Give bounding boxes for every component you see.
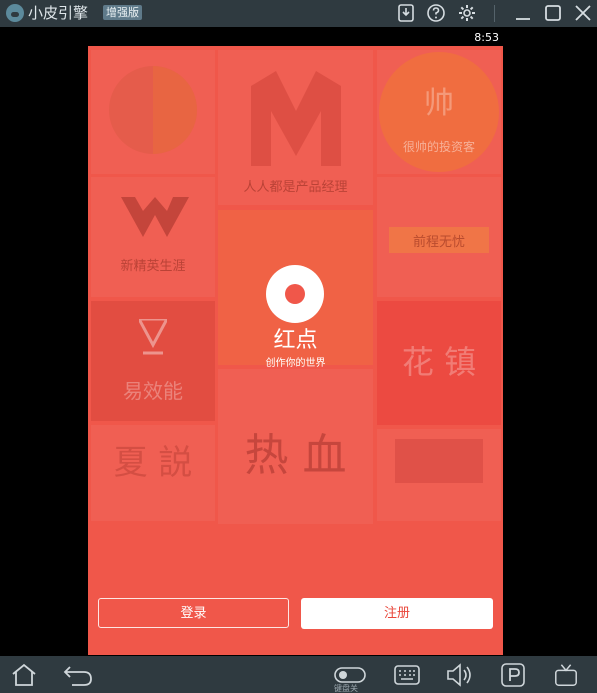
back-icon[interactable] xyxy=(62,662,94,688)
emulator-bottom-toolbar: 键盘关 xyxy=(0,656,597,693)
tile-caption: 新精英生涯 xyxy=(120,259,186,274)
tv-icon[interactable] xyxy=(552,662,580,688)
investor-logo-icon: 帅 xyxy=(424,86,454,121)
parking-icon[interactable] xyxy=(500,662,526,688)
hongdian-app-icon xyxy=(266,265,324,323)
download-icon[interactable] xyxy=(396,3,416,23)
tile-caption: 前程无忧 xyxy=(412,235,465,250)
volume-icon[interactable] xyxy=(445,662,475,688)
status-bar-time: 8:53 xyxy=(474,31,499,44)
status-bar: 8:53 xyxy=(88,29,503,46)
register-button[interactable]: 注册 xyxy=(301,598,493,629)
tile-caption: 很帅的投资客 xyxy=(402,140,475,154)
maximize-icon[interactable] xyxy=(543,3,563,23)
login-button[interactable]: 登录 xyxy=(98,598,289,628)
woshipm-logo-icon xyxy=(251,71,341,166)
emulator-app-name: 小皮引擎 xyxy=(28,4,89,22)
edition-badge: 增强版 xyxy=(103,5,142,20)
tile-caption: 易效能 xyxy=(123,379,183,403)
app-slogan: 创作你的世界 xyxy=(265,358,326,369)
android-screen: 8:53 人人都是产品经理 帅 很帅的投资客 新精英生涯 前程无忧 易效能 花 … xyxy=(88,29,503,655)
settings-icon[interactable] xyxy=(457,3,477,23)
background-tile-xinjingying: 新精英生涯 xyxy=(91,177,215,297)
minimize-icon[interactable] xyxy=(513,3,533,23)
background-tile-calligraphy: 夏 説 xyxy=(91,425,215,521)
app-title: 红点 xyxy=(273,328,318,353)
background-tile-bottom-right xyxy=(377,429,501,521)
tile-caption: 人人都是产品经理 xyxy=(243,180,348,195)
xinjingying-logo-icon xyxy=(121,197,189,237)
emulator-logo-icon xyxy=(6,4,24,22)
background-tile-51job: 前程无忧 xyxy=(377,177,501,297)
title-bar-divider xyxy=(494,5,495,22)
close-icon[interactable] xyxy=(573,3,593,23)
background-tile-kadian xyxy=(91,50,215,174)
background-tile-woshipm: 人人都是产品经理 xyxy=(218,50,373,205)
emulator-title-bar: 小皮引擎 增强版 xyxy=(0,0,597,27)
tile-caption: 热 血 xyxy=(244,430,347,481)
background-tile-rexue: 热 血 xyxy=(218,369,373,524)
keyboard-toggle-label: 键盘关 xyxy=(334,684,358,693)
home-icon[interactable] xyxy=(10,662,38,688)
help-icon[interactable] xyxy=(426,3,446,23)
background-tile-investor: 帅 很帅的投资客 xyxy=(377,50,501,174)
calligraphy-logo-icon: 夏 説 xyxy=(113,443,193,483)
keyboard-icon[interactable] xyxy=(393,662,421,688)
app-icon-dot xyxy=(285,284,305,304)
